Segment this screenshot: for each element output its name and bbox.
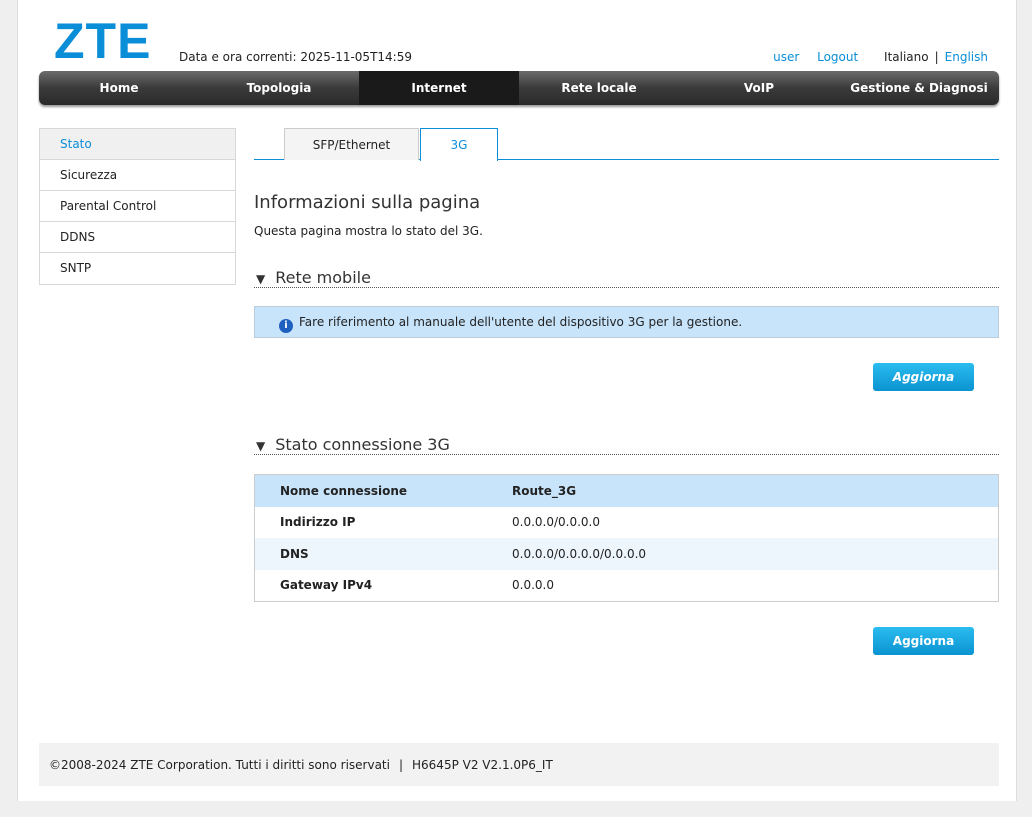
- connection-table: Nome connessioneRoute_3G Indirizzo IP0.0…: [254, 474, 999, 602]
- sidebar: Stato Sicurezza Parental Control DDNS SN…: [39, 128, 236, 285]
- refresh-button-connection[interactable]: Aggiorna: [873, 627, 974, 655]
- row-label: Nome connessione: [255, 484, 512, 498]
- nav-topologia[interactable]: Topologia: [199, 71, 359, 105]
- footer: ©2008-2024 ZTE Corporation. Tutti i diri…: [39, 743, 999, 786]
- table-row: DNS0.0.0.0/0.0.0.0/0.0.0.0: [255, 538, 998, 570]
- logout-link[interactable]: Logout: [817, 50, 858, 64]
- table-row: Nome connessioneRoute_3G: [255, 475, 998, 507]
- table-row: Indirizzo IP0.0.0.0/0.0.0.0: [255, 507, 998, 539]
- table-row: Gateway IPv40.0.0.0: [255, 570, 998, 602]
- section-rete-mobile[interactable]: ▼ Rete mobile: [254, 268, 999, 288]
- page: ZTE Data e ora correnti: 2025-11-05T14:5…: [17, 0, 1017, 801]
- nav-internet[interactable]: Internet: [359, 71, 519, 105]
- row-value: 0.0.0.0/0.0.0.0/0.0.0.0: [512, 547, 646, 561]
- footer-separator: |: [399, 758, 403, 772]
- sidebar-item-ddns[interactable]: DDNS: [40, 222, 235, 253]
- row-value: 0.0.0.0/0.0.0.0: [512, 515, 600, 529]
- info-icon: i: [279, 319, 293, 333]
- row-value: Route_3G: [512, 484, 576, 498]
- lang-english[interactable]: English: [945, 50, 988, 64]
- section-title: Rete mobile: [275, 268, 371, 287]
- page-description: Questa pagina mostra lo stato del 3G.: [254, 224, 483, 238]
- main-nav: Home Topologia Internet Rete locale VoIP…: [39, 71, 999, 105]
- copyright: ©2008-2024 ZTE Corporation. Tutti i diri…: [49, 758, 390, 772]
- lang-italiano: Italiano: [884, 50, 929, 64]
- sidebar-item-stato[interactable]: Stato: [40, 129, 235, 160]
- info-text: Fare riferimento al manuale dell'utente …: [299, 315, 742, 329]
- page-title: Informazioni sulla pagina: [254, 192, 480, 213]
- row-label: DNS: [255, 547, 512, 561]
- tab-3g[interactable]: 3G: [420, 128, 498, 161]
- tab-sfp-ethernet[interactable]: SFP/Ethernet: [284, 128, 419, 160]
- nav-rete-locale[interactable]: Rete locale: [519, 71, 679, 105]
- section-stato-connessione[interactable]: ▼ Stato connessione 3G: [254, 435, 999, 455]
- section-title: Stato connessione 3G: [275, 435, 450, 454]
- top-links: user Logout Italiano | English: [759, 50, 988, 64]
- row-value: 0.0.0.0: [512, 578, 554, 592]
- firmware-version: H6645P V2 V2.1.0P6_IT: [412, 758, 553, 772]
- sidebar-item-parental-control[interactable]: Parental Control: [40, 191, 235, 222]
- row-label: Gateway IPv4: [255, 578, 512, 592]
- zte-logo: ZTE: [54, 16, 151, 66]
- info-banner: i Fare riferimento al manuale dell'utente…: [254, 306, 999, 338]
- sidebar-item-sntp[interactable]: SNTP: [40, 253, 235, 284]
- collapse-triangle-icon: ▼: [256, 272, 265, 286]
- refresh-button-mobile[interactable]: Aggiorna: [873, 363, 974, 391]
- user-link[interactable]: user: [773, 50, 799, 64]
- row-label: Indirizzo IP: [255, 515, 512, 529]
- nav-gestione[interactable]: Gestione & Diagnosi: [839, 71, 999, 105]
- nav-voip[interactable]: VoIP: [679, 71, 839, 105]
- collapse-triangle-icon: ▼: [256, 439, 265, 453]
- sidebar-item-sicurezza[interactable]: Sicurezza: [40, 160, 235, 191]
- tabs: SFP/Ethernet 3G: [254, 128, 999, 160]
- current-datetime: Data e ora correnti: 2025-11-05T14:59: [179, 50, 412, 64]
- lang-separator: |: [935, 50, 939, 64]
- nav-home[interactable]: Home: [39, 71, 199, 105]
